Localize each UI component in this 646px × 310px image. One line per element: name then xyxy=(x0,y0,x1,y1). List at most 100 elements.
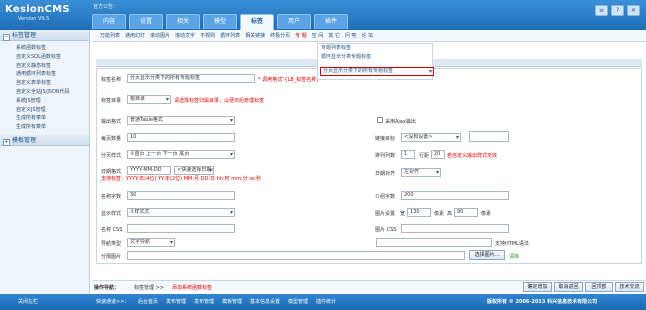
nav-link[interactable]: 循环列表 xyxy=(220,32,240,39)
expand-icon[interactable]: + xyxy=(3,138,10,146)
sidebar-section-template-manage[interactable]: + 模板管理 xyxy=(0,134,89,146)
nav-link[interactable]: 问 吧 xyxy=(345,32,357,39)
close-icon[interactable]: ✕ xyxy=(627,5,640,16)
ajax-checkbox[interactable] xyxy=(377,117,383,123)
date-label: 日期格式 xyxy=(101,169,122,175)
namechars-label: 名称字数 xyxy=(101,194,122,200)
sidebar-item[interactable]: 自定义表单标签 xyxy=(16,79,89,88)
dir-hint: 请选择标签归属目录，以便日后管理标签 xyxy=(174,98,265,104)
close-left-panel-link[interactable]: 关闭左栏 xyxy=(18,298,38,305)
app-logo: KesionCMS xyxy=(5,4,70,15)
footer-link[interactable]: 插件统计 xyxy=(316,298,336,305)
nav-link[interactable]: 空 间 xyxy=(312,32,324,39)
dropdown-item[interactable]: 循环显示分类专题标签 xyxy=(318,53,432,62)
display-style-select[interactable]: ①样式式 xyxy=(127,208,235,217)
help-icon[interactable]: ? xyxy=(611,5,624,16)
sidebar-item[interactable]: 通用循环列表标签 xyxy=(16,70,89,79)
target-input[interactable] xyxy=(469,131,509,142)
perpage-input[interactable]: 10 xyxy=(127,133,235,142)
rowgap-label: 行距 xyxy=(419,153,430,159)
nav-link[interactable]: 终极分页 xyxy=(270,32,290,39)
breadcrumb-parent[interactable]: 标签管理 >> xyxy=(134,284,164,291)
confirm-add-button[interactable]: 确定增加 xyxy=(523,282,552,292)
width-label: 宽 xyxy=(400,211,406,217)
height-label: 高 xyxy=(447,211,453,217)
label-type-nav: 万能列表 通用幻灯 滚动图片 滚动文字 不规则 循环列表 相关链接 终极分页 专… xyxy=(92,30,646,42)
rowgap-input[interactable]: 20 xyxy=(431,150,445,159)
sidebar-item[interactable]: 自定义SQL函数标签 xyxy=(16,53,89,62)
footer-link[interactable]: 模型管理 xyxy=(288,298,308,305)
sidebar-item[interactable]: 生成所有菜单 xyxy=(16,123,89,132)
footer-link[interactable]: 发布管理 xyxy=(166,298,186,305)
label-name-input[interactable]: 分页显示分类下的所有专题标签 xyxy=(127,74,255,83)
sidebar-item[interactable]: 自定义JS管理 xyxy=(16,106,89,115)
nav-link-special-topic[interactable]: 专 题 xyxy=(295,32,307,39)
page-style-select[interactable]: ①首页 上一页 下一页 尾页 xyxy=(127,150,235,159)
nav-link[interactable]: 滚动文字 xyxy=(175,32,195,39)
collapse-icon[interactable]: − xyxy=(3,34,10,41)
footer-link[interactable]: 发布管理 xyxy=(194,298,214,305)
sidebar-item[interactable]: 系统JS管理 xyxy=(16,97,89,106)
back-to-top-button[interactable]: 回顶部 xyxy=(585,282,613,292)
clear-link[interactable]: 清除 xyxy=(509,253,519,260)
date-align-select[interactable]: 左对齐 xyxy=(401,168,441,177)
nav-type-select[interactable]: 文字导航 xyxy=(127,238,175,247)
app-version: Version V9.5 xyxy=(18,16,50,22)
sidebar: − 标签管理 系统函数标签 自定义SQL函数标签 自定义静态标签 通用循环列表标签… xyxy=(0,30,90,294)
output-format-select[interactable]: 普通Table格式 xyxy=(127,116,235,125)
menu-icon[interactable]: ≡ xyxy=(595,5,608,16)
sidebar-item[interactable]: 自定义全站JS/JSON代码 xyxy=(16,88,89,97)
tab-model[interactable]: 模型 xyxy=(203,14,237,29)
special-topic-dropdown: 专题列表标签 循环显示分类专题标签 分页显示分类下的所有专题标签 xyxy=(317,43,434,80)
dropdown-item-selected[interactable]: 分页显示分类下的所有专题标签 xyxy=(320,67,434,76)
tab-users[interactable]: 用户 xyxy=(277,14,311,29)
img-height-input[interactable]: 90 xyxy=(454,208,478,217)
nav-link[interactable]: 不规则 xyxy=(200,32,215,39)
sidebar-list: 系统函数标签 自定义SQL函数标签 自定义静态标签 通用循环列表标签 自定义表单… xyxy=(0,41,89,135)
sidebar-section-label-manage[interactable]: − 标签管理 xyxy=(0,30,89,41)
dropdown-item[interactable]: 专题列表标签 xyxy=(318,44,432,53)
display-label: 显示样式 xyxy=(101,211,122,217)
date-format-input[interactable]: YYYY-MM-DD xyxy=(127,166,171,175)
link-target-select[interactable]: <没有设置> xyxy=(401,133,461,142)
name-label: 标签名称 xyxy=(101,77,122,83)
cols-input[interactable]: 1 xyxy=(401,150,415,159)
nav-link[interactable]: 论 坛 xyxy=(362,32,374,39)
namechars-input[interactable]: 30 xyxy=(127,191,235,200)
nav-link[interactable]: 其 它 xyxy=(328,32,340,39)
footer-link[interactable]: 模板管理 xyxy=(222,298,242,305)
footer-link[interactable]: 后台首页 xyxy=(138,298,158,305)
sidebar-item[interactable]: 系统函数标签 xyxy=(16,44,89,53)
tab-plugins[interactable]: 插件 xyxy=(314,14,348,29)
cols-hint: 若自定义输出样式无效 xyxy=(447,153,498,159)
align-label: 日期对齐 xyxy=(375,171,396,177)
nav-text-input[interactable] xyxy=(376,238,492,247)
tab-settings[interactable]: 设置 xyxy=(129,14,163,29)
nav-link[interactable]: 通用幻灯 xyxy=(125,32,145,39)
tab-labels[interactable]: 标签 xyxy=(240,14,274,30)
label-form: 标签名称 分页显示分类下的所有专题标签 * 调用格式"{LB_标签名称}" 标签… xyxy=(96,68,642,264)
introchars-label: 介绍字数 xyxy=(375,194,396,200)
dir-label: 标签目录 xyxy=(101,98,122,104)
sep-image-input[interactable] xyxy=(127,251,465,260)
breadcrumb-current: 添加系统函数标签 xyxy=(172,285,213,291)
tech-support-button[interactable]: 技术交流 xyxy=(615,282,644,292)
img-width-input[interactable]: 130 xyxy=(407,208,431,217)
nav-link[interactable]: 滚动图片 xyxy=(150,32,170,39)
introchars-input[interactable]: 200 xyxy=(401,191,509,200)
top-tools: ≡ ? ✕ xyxy=(595,5,640,16)
sidebar-item[interactable]: 自定义静态标签 xyxy=(16,62,89,71)
name-css-input[interactable] xyxy=(127,224,235,233)
date-quick-select[interactable]: <快速选择日期> xyxy=(174,166,214,175)
label-dir-select[interactable]: 根目录 xyxy=(127,95,171,104)
img-css-input[interactable] xyxy=(401,224,509,233)
nav-link[interactable]: 万能列表 xyxy=(100,32,120,39)
choose-image-button[interactable]: 选择图片... xyxy=(469,250,505,260)
tab-related[interactable]: 相关 xyxy=(166,14,200,29)
notice-label: 官方公告： xyxy=(93,4,119,10)
tab-content[interactable]: 内容 xyxy=(92,14,126,29)
nav-link[interactable]: 相关链接 xyxy=(245,32,265,39)
cancel-return-button[interactable]: 取消返回 xyxy=(554,282,583,292)
footer-link[interactable]: 基本信息设置 xyxy=(250,298,280,305)
sidebar-item[interactable]: 生成所有菜单 xyxy=(16,114,89,123)
